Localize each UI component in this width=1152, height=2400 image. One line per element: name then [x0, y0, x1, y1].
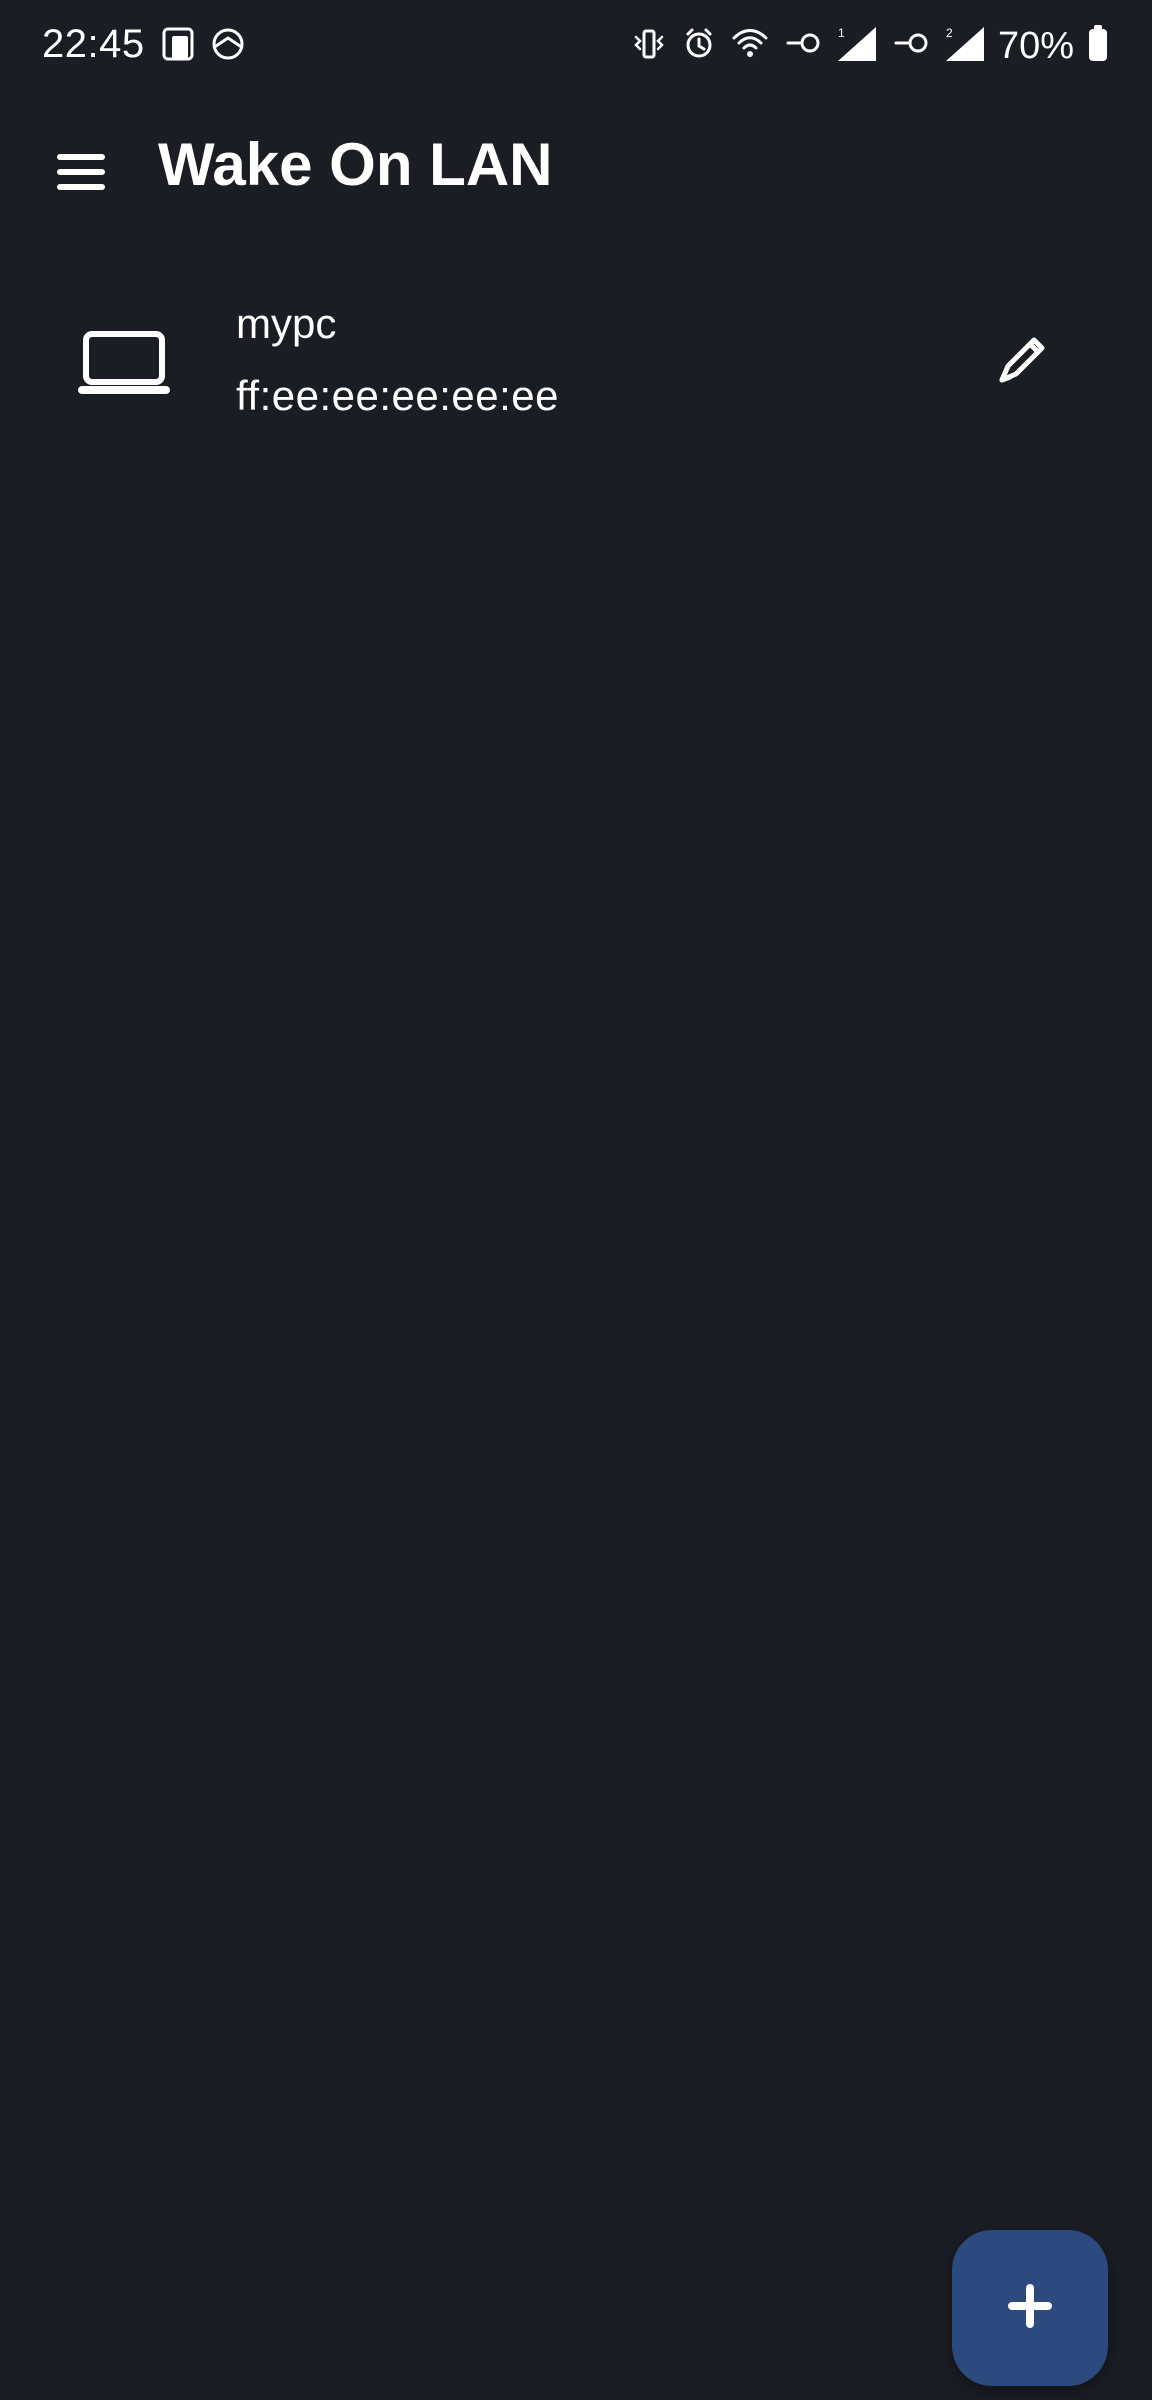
status-time: 22:45	[42, 22, 145, 66]
signal-icon-1: 1	[834, 23, 880, 70]
menu-button[interactable]	[46, 142, 116, 206]
lte-icon	[890, 23, 932, 70]
status-right: 1 2 70%	[628, 22, 1112, 71]
edit-device-button[interactable]	[986, 326, 1058, 398]
sync-icon	[208, 24, 248, 69]
lte-icon	[782, 23, 824, 70]
svg-text:1: 1	[838, 26, 845, 40]
wifi-icon	[728, 22, 772, 71]
device-row[interactable]: mypc ff:ee:ee:ee:ee:ee	[0, 280, 1152, 450]
battery-icon	[1084, 23, 1112, 70]
page-title: Wake On LAN	[158, 131, 553, 198]
plus-icon	[998, 2274, 1062, 2343]
battery-percent: 70%	[997, 25, 1074, 67]
alarm-icon	[680, 25, 718, 68]
svg-text:2: 2	[946, 26, 953, 40]
add-device-button[interactable]	[952, 2230, 1108, 2386]
vibrate-icon	[628, 23, 670, 70]
status-left-icons	[158, 24, 248, 69]
hamburger-menu-icon	[51, 142, 111, 207]
app-bar: Wake On LAN	[0, 100, 1152, 230]
screen-mirror-icon	[158, 24, 198, 69]
signal-icon-2: 2	[942, 23, 988, 70]
status-bar: 22:45 1 2 70%	[0, 0, 1152, 96]
device-mac: ff:ee:ee:ee:ee:ee	[236, 372, 560, 419]
laptop-icon	[76, 328, 172, 407]
device-name: mypc	[236, 300, 337, 347]
edit-pencil-icon	[990, 328, 1054, 397]
device-list: mypc ff:ee:ee:ee:ee:ee	[0, 280, 1152, 450]
